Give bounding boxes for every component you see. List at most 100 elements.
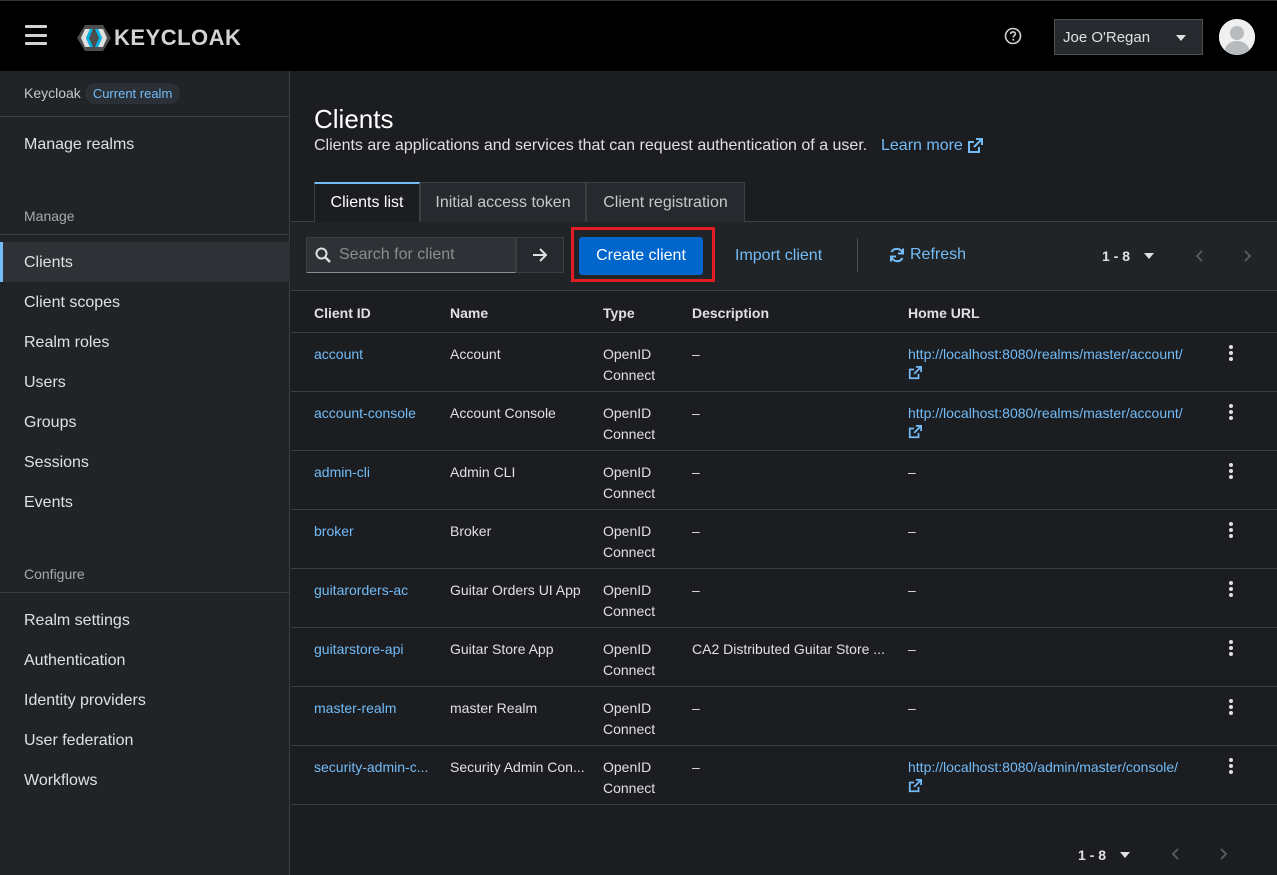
client-description: – [692, 346, 700, 362]
home-url-link[interactable]: http://localhost:8080/admin/master/conso… [908, 757, 1208, 778]
client-type: OpenID Connect [603, 462, 683, 504]
chevron-right-icon[interactable] [1241, 250, 1253, 262]
client-type-line2: Connect [603, 485, 656, 501]
external-link-icon [967, 138, 983, 153]
sidebar-item-users[interactable]: Users [24, 374, 66, 392]
tab-clients-list[interactable]: Clients list [314, 182, 420, 222]
client-description: CA2 Distributed Guitar Store ... [692, 641, 885, 657]
client-id-link[interactable]: security-admin-c... [314, 757, 439, 778]
client-name: Account Console [450, 405, 556, 421]
kebab-menu-icon[interactable] [1228, 522, 1234, 538]
client-type: OpenID Connect [603, 403, 683, 445]
create-client-button[interactable]: Create client [579, 237, 703, 275]
client-type: OpenID Connect [603, 521, 683, 563]
column-description[interactable]: Description [692, 305, 769, 321]
bottom-pagination-range: 1 - 8 [1078, 847, 1107, 863]
client-type-line2: Connect [603, 662, 656, 678]
external-link-icon[interactable] [908, 365, 922, 386]
table-row: guitarorders-ac Guitar Orders UI App OpenI… [291, 569, 1277, 628]
import-client-button[interactable]: Import client [735, 247, 822, 265]
column-client-id[interactable]: Client ID [314, 305, 371, 321]
client-type-line1: OpenID [603, 405, 652, 421]
column-home-url[interactable]: Home URL [908, 305, 980, 321]
sidebar-item-sessions[interactable]: Sessions [24, 454, 89, 472]
kebab-menu-icon[interactable] [1228, 699, 1234, 715]
avatar[interactable] [1219, 19, 1255, 55]
tab-initial-access-token[interactable]: Initial access token [420, 182, 586, 222]
client-type-line2: Connect [603, 367, 656, 383]
home-url: http://localhost:8080/realms/master/acco… [908, 403, 1208, 445]
arrow-right-icon [533, 248, 548, 262]
external-link-icon[interactable] [908, 424, 922, 445]
sidebar-item-workflows[interactable]: Workflows [24, 772, 98, 790]
client-type-line1: OpenID [603, 759, 652, 775]
client-name: Broker [450, 523, 492, 539]
kebab-menu-icon[interactable] [1228, 463, 1234, 479]
home-url-link[interactable]: http://localhost:8080/realms/master/acco… [908, 344, 1208, 365]
client-id-link[interactable]: admin-cli [314, 462, 439, 483]
sidebar-item-realm-settings[interactable]: Realm settings [24, 612, 130, 630]
sidebar-item-clients[interactable]: Clients [24, 254, 73, 272]
external-link-icon[interactable] [908, 778, 922, 799]
bottom-pagination-toggle[interactable]: 1 - 8 [1078, 847, 1131, 863]
client-id-link[interactable]: broker [314, 521, 439, 542]
refresh-icon [890, 247, 904, 263]
table-row: account Account OpenID Connect – http://local… [291, 333, 1277, 392]
client-description: – [692, 405, 700, 421]
sidebar-item-groups[interactable]: Groups [24, 414, 76, 432]
table-row: security-admin-c... Security Admin Con...… [291, 746, 1277, 805]
sidebar-item-authentication[interactable]: Authentication [24, 652, 125, 670]
kebab-menu-icon[interactable] [1228, 640, 1234, 656]
pagination-toggle[interactable]: 1 - 8 [1102, 248, 1155, 264]
help-icon[interactable] [1004, 27, 1022, 45]
caret-down-icon [1144, 253, 1155, 259]
column-name[interactable]: Name [450, 305, 488, 321]
user-dropdown[interactable]: Joe O'Regan [1054, 19, 1203, 55]
realm-selector[interactable]: Keycloak Current realm [24, 81, 181, 105]
sidebar-item-manage-realms[interactable]: Manage realms [24, 136, 134, 154]
learn-more-link[interactable]: Learn more [881, 137, 983, 155]
search-submit-button[interactable] [516, 237, 564, 273]
client-type-line1: OpenID [603, 700, 652, 716]
client-id-link[interactable]: account-console [314, 403, 439, 424]
tab-client-registration[interactable]: Client registration [586, 182, 745, 222]
chevron-left-icon[interactable] [1194, 250, 1206, 262]
keycloak-logo[interactable]: KEYCLOAK [76, 23, 241, 53]
kebab-menu-icon[interactable] [1228, 758, 1234, 774]
sidebar-item-events[interactable]: Events [24, 494, 73, 512]
home-url: – [908, 464, 916, 480]
sidebar-divider [0, 234, 290, 235]
sidebar-item-realm-roles[interactable]: Realm roles [24, 334, 109, 352]
hamburger-menu-icon[interactable] [25, 25, 47, 45]
home-url: – [908, 523, 916, 539]
home-url-link[interactable]: http://localhost:8080/realms/master/acco… [908, 403, 1208, 424]
sidebar-divider [0, 116, 290, 117]
search-input[interactable]: Search for client [306, 237, 516, 273]
column-type[interactable]: Type [603, 305, 635, 321]
search-placeholder: Search for client [339, 246, 455, 263]
client-type-line1: OpenID [603, 346, 652, 362]
client-description: – [692, 523, 700, 539]
kebab-menu-icon[interactable] [1228, 581, 1234, 597]
sidebar-item-client-scopes[interactable]: Client scopes [24, 294, 120, 312]
chevron-left-icon[interactable] [1170, 848, 1182, 860]
sidebar-item-user-federation[interactable]: User federation [24, 732, 133, 750]
kebab-menu-icon[interactable] [1228, 345, 1234, 361]
page-title: Clients [314, 104, 394, 134]
user-name: Joe O'Regan [1063, 28, 1151, 46]
client-id-link[interactable]: account [314, 344, 439, 365]
client-id-link[interactable]: guitarstore-api [314, 639, 439, 660]
home-url: http://localhost:8080/admin/master/conso… [908, 757, 1208, 799]
realm-label: Keycloak [24, 85, 81, 101]
client-id-link[interactable]: guitarorders-ac [314, 580, 439, 601]
chevron-right-icon[interactable] [1217, 848, 1229, 860]
refresh-button[interactable]: Refresh [889, 246, 966, 264]
sidebar-item-identity-providers[interactable]: Identity providers [24, 692, 146, 710]
table-row: broker Broker OpenID Connect – – [291, 510, 1277, 569]
kebab-menu-icon[interactable] [1228, 404, 1234, 420]
caret-down-icon [1176, 35, 1186, 41]
client-type-line1: OpenID [603, 641, 652, 657]
client-name: Admin CLI [450, 464, 516, 480]
client-id-link[interactable]: master-realm [314, 698, 439, 719]
client-type-line2: Connect [603, 426, 656, 442]
